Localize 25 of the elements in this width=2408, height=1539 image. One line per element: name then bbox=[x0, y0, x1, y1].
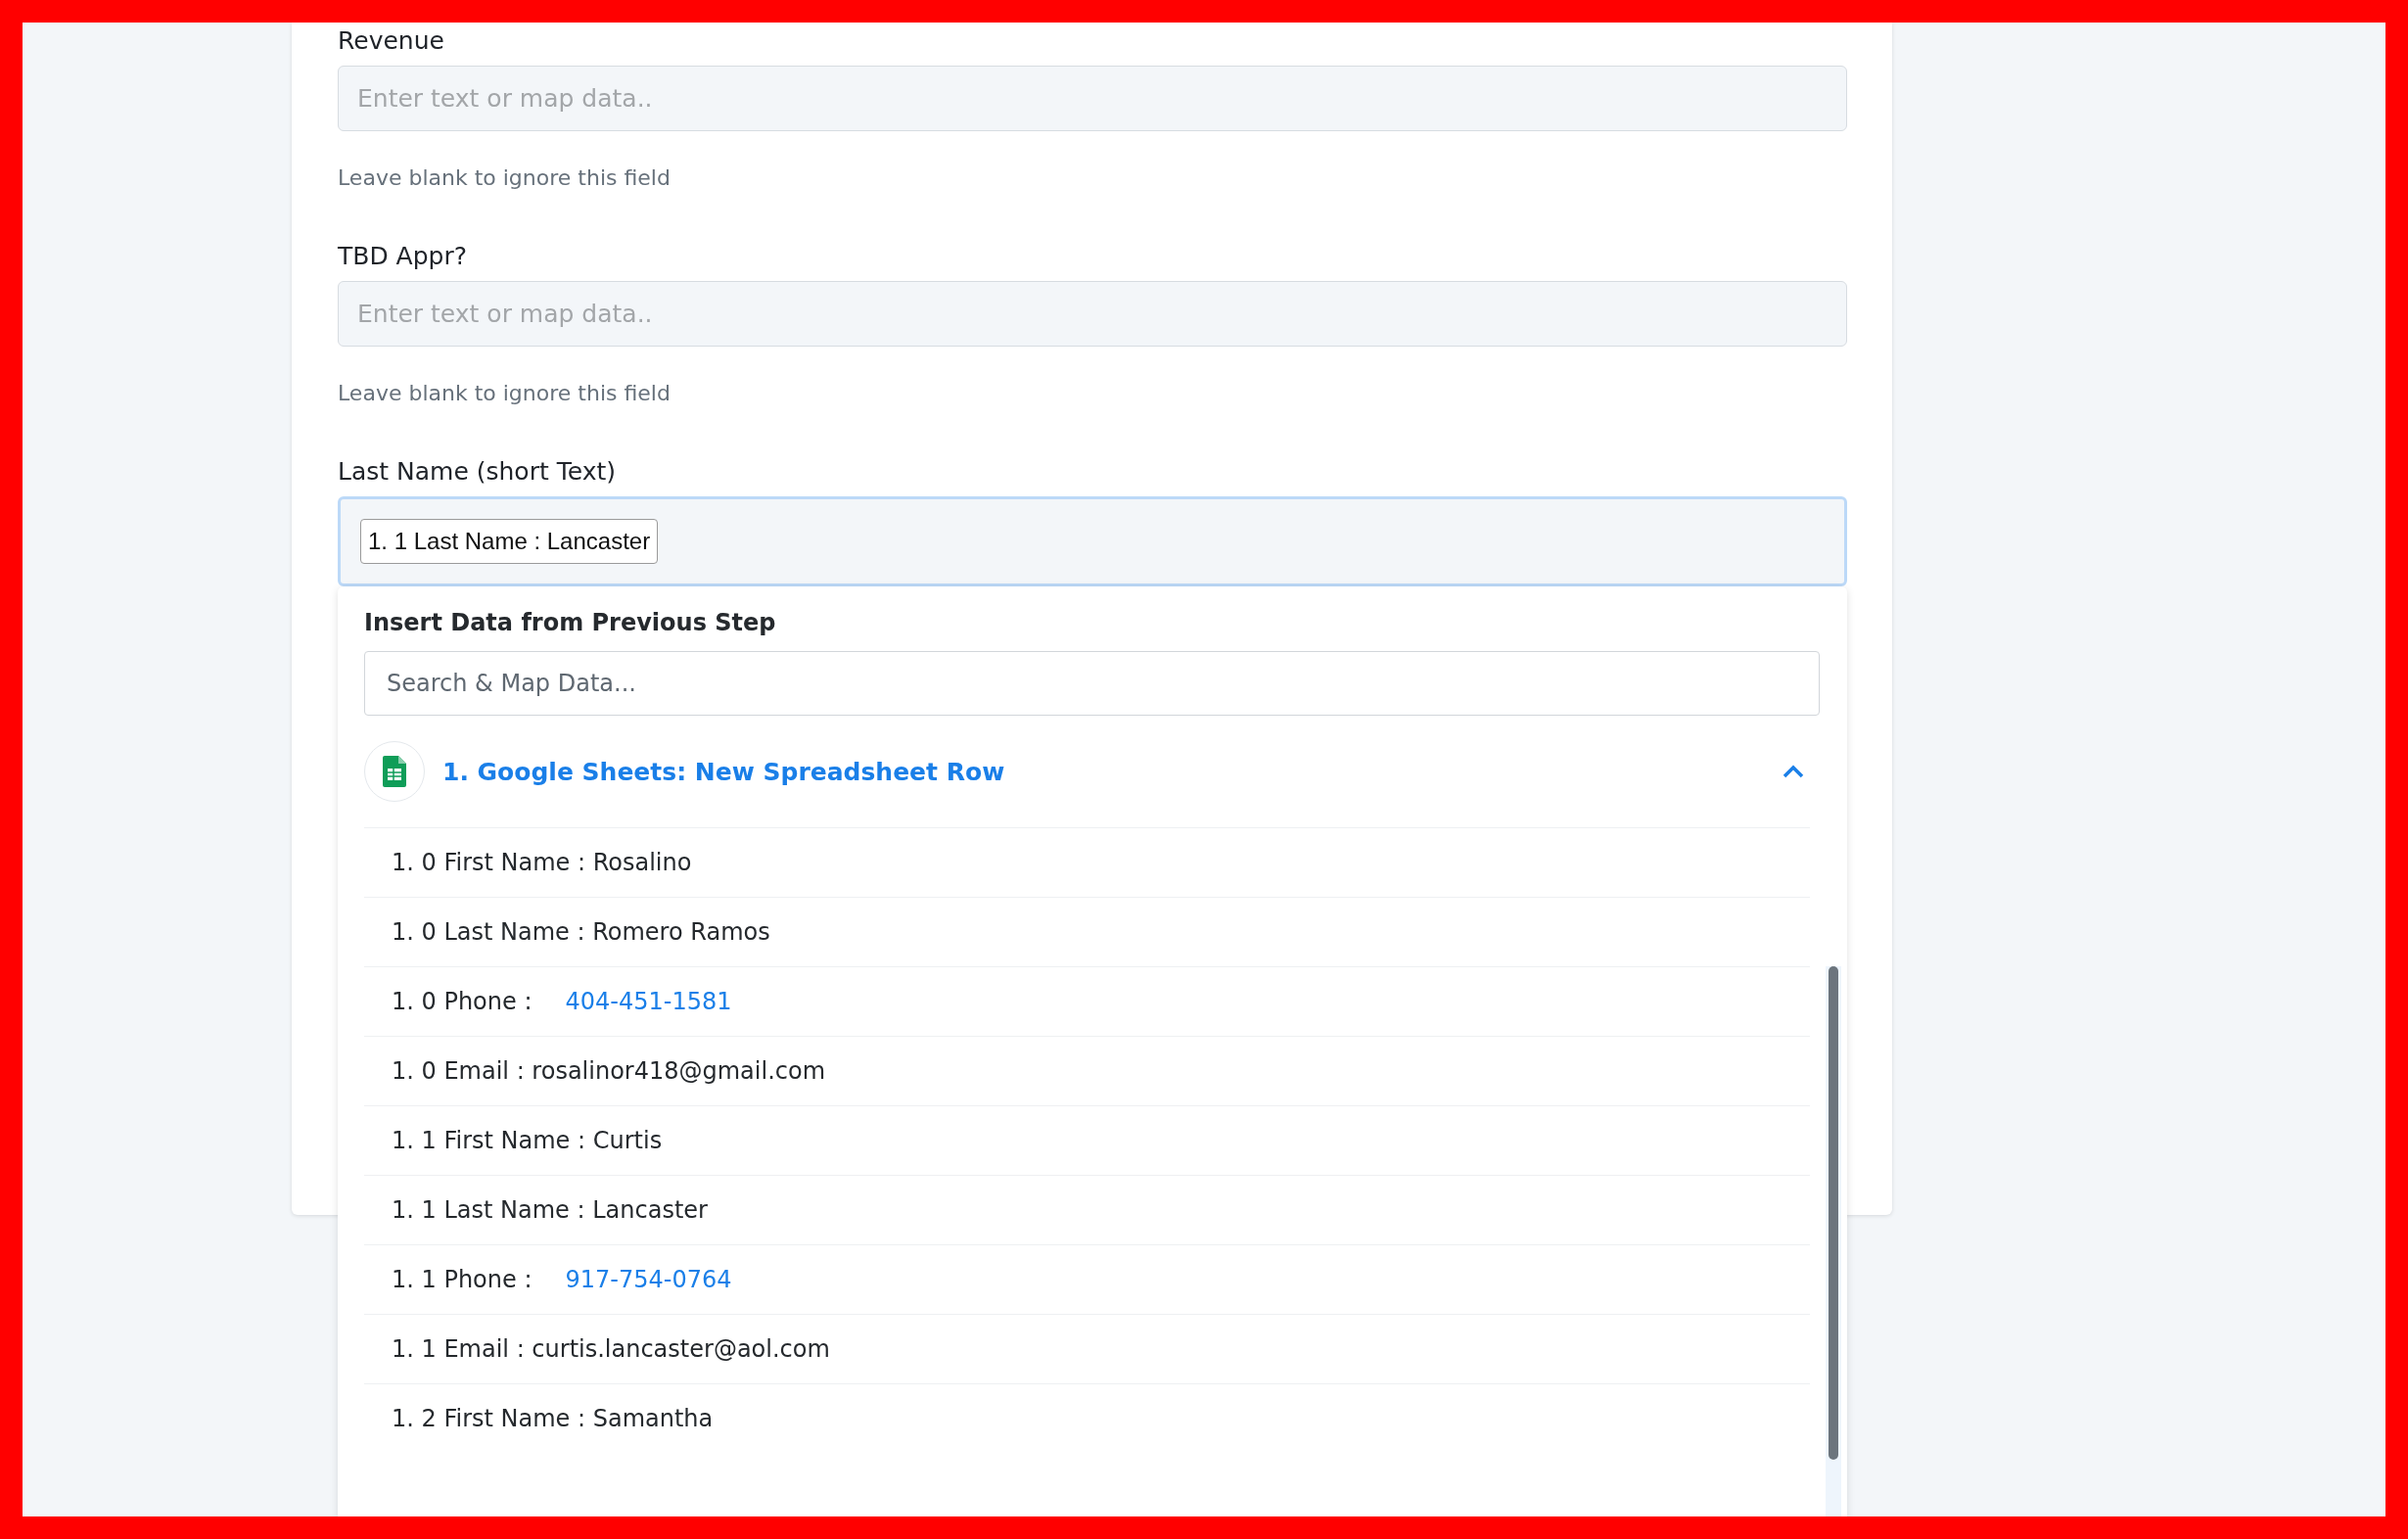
field-name[interactable]: 1. 0 Phone : bbox=[392, 988, 533, 1015]
field-label: Revenue bbox=[338, 25, 444, 57]
field-label: TBD Appr? bbox=[338, 241, 467, 272]
data-item[interactable]: 1. 1 Last Name : Lancaster bbox=[392, 1196, 708, 1224]
phone-value[interactable]: 917-754-0764 bbox=[565, 1266, 732, 1293]
field-label: Last Name (short Text) bbox=[338, 456, 616, 488]
input-field[interactable]: 1. 1 Last Name : Lancaster bbox=[338, 496, 1847, 586]
data-item[interactable]: 1. 0 Email : rosalinor418@gmail.com bbox=[392, 1057, 826, 1085]
phone-value[interactable]: 404-451-1581 bbox=[565, 988, 732, 1015]
data-item[interactable]: 1. 0 First Name : Rosalino bbox=[392, 849, 692, 876]
data-token[interactable]: 1. 1 Last Name : Lancaster bbox=[360, 519, 659, 564]
chevron-icon[interactable] bbox=[1783, 765, 1804, 778]
data-item[interactable]: 1. 0 Last Name : Romero Ramos bbox=[392, 918, 770, 946]
search-field[interactable]: Search & Map Data... bbox=[364, 651, 1820, 716]
data-item[interactable]: 1. 2 First Name : Samantha bbox=[392, 1405, 714, 1432]
scrollbar[interactable] bbox=[1826, 966, 1841, 1516]
input-field[interactable]: Enter text or map data.. bbox=[338, 66, 1847, 131]
group-title[interactable]: 1. Google Sheets: New Spreadsheet Row bbox=[442, 757, 1783, 786]
data-item[interactable]: 1. 1 First Name : Curtis bbox=[392, 1127, 663, 1154]
help-text: Leave blank to ignore this field bbox=[338, 380, 671, 407]
help-text: Leave blank to ignore this field bbox=[338, 164, 671, 192]
data-item[interactable]: 1. 1 Email : curtis.lancaster@aol.com bbox=[392, 1335, 830, 1363]
field-name[interactable]: 1. 1 Phone : bbox=[392, 1266, 533, 1293]
input-field[interactable]: Enter text or map data.. bbox=[338, 281, 1847, 347]
panel-title: Insert Data from Previous Step bbox=[364, 608, 776, 638]
